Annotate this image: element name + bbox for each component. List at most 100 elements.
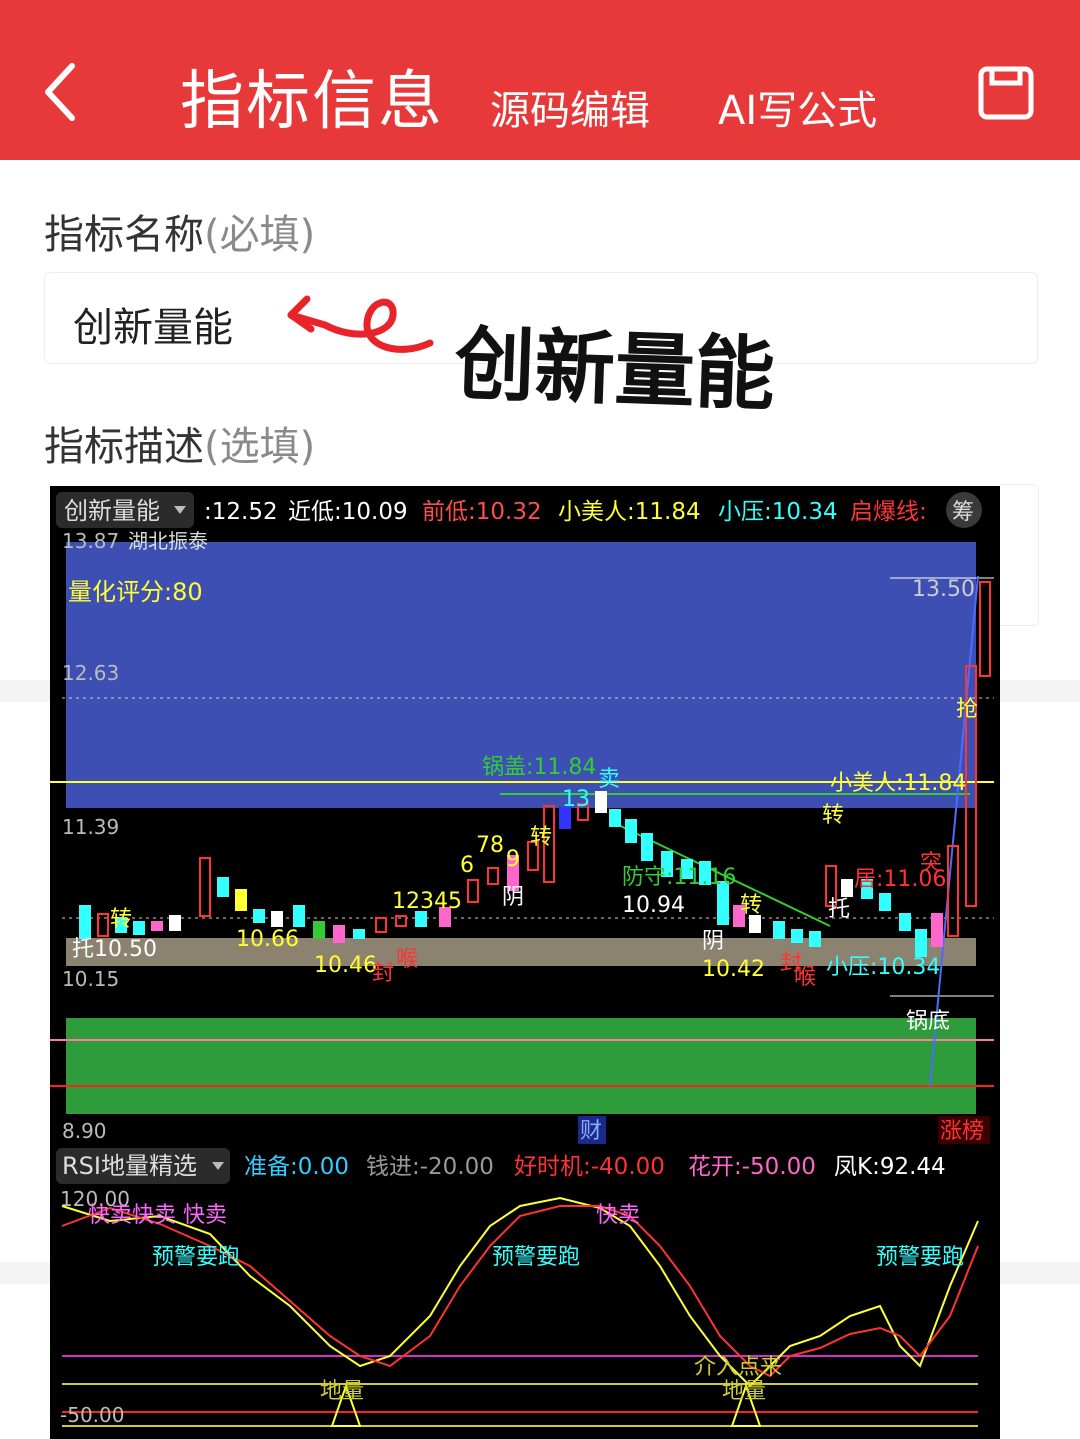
xiaoya-label: 小压:10.34 [826, 955, 940, 980]
candle [625, 819, 637, 843]
sub-indicator-name: RSI地量精选 [62, 1152, 197, 1180]
candle [151, 921, 163, 931]
indicator-chart-image: 创新量能 :12.52 近低:10.09 前低:10.32 小美人:11.84 小压:1… [50, 486, 1000, 1439]
sub-value: 好时机:-40.00 [514, 1154, 665, 1180]
price-1042-label: 10.42 [702, 957, 765, 982]
desc-input[interactable] [1000, 484, 1039, 626]
desc-label: 指标描述(选填) [44, 414, 315, 472]
y-tick: 8.90 [62, 1119, 107, 1143]
zhuan-label-2: 转 [822, 803, 844, 828]
kuaimai-label-2: 快卖 [596, 1203, 640, 1228]
app-header: 指标信息 源码编辑 AI写公式 [0, 0, 1080, 160]
candle [915, 929, 927, 957]
candle [353, 929, 365, 939]
desc-label-text: 指标描述 [44, 424, 204, 470]
score-label: 量化评分:80 [68, 578, 203, 606]
fangshou-label: 防守:11.16 [622, 865, 736, 890]
sub-tick: -50.00 [60, 1403, 124, 1427]
chart-svg: 创新量能 :12.52 近低:10.09 前低:10.32 小美人:11.84 小压:1… [50, 492, 994, 1427]
save-icon[interactable] [978, 66, 1034, 120]
green-zone [66, 1018, 976, 1114]
sub-value: 钱进:-20.00 [366, 1154, 494, 1180]
candle [217, 877, 229, 897]
header-value: 前低:10.32 [422, 499, 542, 525]
header-value: 近低:10.09 [288, 499, 408, 525]
yin-label: 阴 [502, 885, 524, 910]
yujing-label-2: 预警要跑 [492, 1245, 580, 1270]
n13-label: 13 [562, 787, 590, 812]
yin-label-2: 阴 [702, 929, 724, 954]
yujing-label-3: 预警要跑 [876, 1245, 964, 1270]
candle [609, 809, 621, 827]
chip-button-label: 筹 [952, 500, 974, 525]
tuo-price-label: 托10.50 [72, 937, 157, 962]
price-1046-label: 10.46 [314, 953, 377, 978]
desc-optional-hint: (选填) [204, 424, 316, 470]
n9-label: 9 [506, 847, 520, 872]
sub-value: 凤K:92.44 [834, 1154, 946, 1180]
page-title: 指标信息 [180, 65, 444, 139]
sell-label: 卖 [598, 767, 620, 792]
name-label-text: 指标名称 [44, 212, 204, 258]
candle [133, 921, 145, 935]
annotation-arrow-icon [287, 295, 434, 353]
candle [809, 931, 821, 947]
candle [899, 913, 911, 931]
candle [415, 911, 427, 927]
candle [293, 905, 305, 927]
candle [169, 915, 181, 931]
diliang-label: 地量 [320, 1379, 364, 1404]
cai-label: 财 [580, 1119, 602, 1144]
kuaimai-label: 快卖快卖 快卖 [88, 1203, 227, 1228]
top-cut-label: 13.87 [62, 529, 119, 553]
candle [773, 921, 785, 939]
candle [791, 929, 803, 943]
indicator-name: 创新量能 [64, 497, 160, 525]
rsi-line-red [61, 1205, 979, 1378]
candle [641, 833, 653, 861]
y-tick: 12.63 [62, 661, 119, 685]
candle [79, 905, 91, 939]
tuo-label: 托 [828, 897, 850, 922]
hou-label: 喉 [396, 947, 418, 972]
seq-label: 12345 [392, 889, 462, 914]
candle [841, 879, 853, 897]
diliang-label-2: 地量 [722, 1379, 766, 1404]
zhuan-label-4: 转 [740, 893, 762, 918]
ju-label: 居:11.06 [854, 867, 946, 892]
price-1066-label: 10.66 [236, 927, 299, 952]
feng-label: 封 [372, 961, 394, 986]
price-1094-label: 10.94 [622, 893, 685, 918]
candle [749, 915, 761, 933]
name-required-hint: (必填) [204, 212, 316, 258]
guogai-label: 锅盖:11.84 [482, 755, 596, 780]
yujing-label: 预警要跑 [152, 1245, 240, 1270]
header-value: 小压:10.34 [718, 499, 838, 525]
zhuan-label-3: 转 [110, 907, 132, 932]
zhuan-label: 转 [530, 825, 552, 850]
candle [879, 893, 891, 911]
header-value: 小美人:11.84 [558, 499, 701, 525]
candle [235, 889, 247, 911]
n78-label: 78 [476, 833, 504, 858]
name-input-value: 创新量能 [73, 305, 233, 351]
header-value: :12.52 [204, 499, 278, 525]
y-tick: 11.39 [62, 815, 119, 839]
sub-value: 花开:-50.00 [688, 1154, 816, 1180]
chevron-left-icon[interactable] [38, 60, 88, 124]
name-label: 指标名称(必填) [44, 202, 315, 260]
sub-value: 准备:0.00 [244, 1154, 349, 1180]
price-high-label: 13.50 [912, 577, 975, 602]
y-tick: 10.15 [62, 967, 119, 991]
candle [931, 913, 943, 947]
sub-values: 准备:0.00 钱进:-20.00 好时机:-40.00 花开:-50.00 凤K:92… [244, 1154, 946, 1180]
candle [253, 909, 265, 923]
n6-label: 6 [460, 853, 474, 878]
jiezhu-label: 介入点来 [694, 1355, 782, 1380]
source-edit-button[interactable]: 源码编辑 [490, 78, 650, 136]
top-cut-label-2: 湖北振泰 [128, 529, 208, 553]
candle [333, 925, 345, 943]
hou-label-2: 喉 [794, 965, 816, 990]
ai-formula-button[interactable]: AI写公式 [718, 78, 877, 136]
guodi-label: 锅底 [906, 1009, 950, 1034]
